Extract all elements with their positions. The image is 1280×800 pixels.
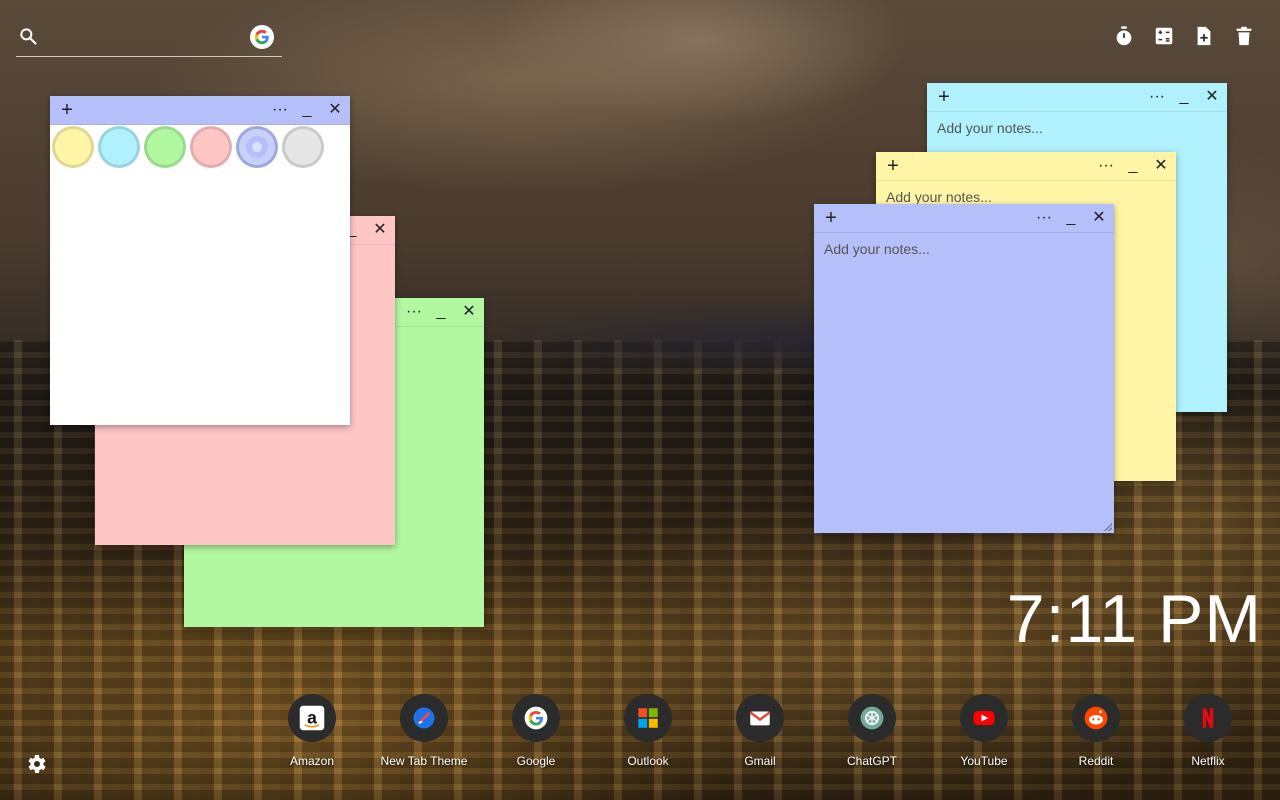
shortcut-google[interactable]: Google: [480, 694, 592, 768]
search-bar: [16, 20, 282, 57]
close-button[interactable]: ✕: [373, 220, 387, 240]
shortcut-reddit[interactable]: Reddit: [1040, 694, 1152, 768]
svg-text:a: a: [307, 707, 317, 727]
outlook-icon: [624, 694, 672, 742]
note-menu-button[interactable]: ···: [1036, 208, 1052, 228]
add-note-button[interactable]: +: [822, 207, 840, 229]
sticky-note-blue[interactable]: + ··· _ ✕: [814, 204, 1114, 533]
gmail-icon: [736, 694, 784, 742]
clock: 7:11 PM: [1006, 581, 1262, 657]
trash-icon[interactable]: [1232, 24, 1256, 48]
shortcut-chatgpt[interactable]: ChatGPT: [816, 694, 928, 768]
search-icon: [20, 28, 37, 45]
shortcut-outlook[interactable]: Outlook: [592, 694, 704, 768]
shortcut-youtube[interactable]: YouTube: [928, 694, 1040, 768]
shortcut-label: ChatGPT: [846, 754, 897, 768]
timer-icon[interactable]: [1112, 24, 1136, 48]
shortcut-label: Google: [516, 754, 556, 768]
minimize-button[interactable]: _: [1126, 156, 1140, 176]
swatch-gray[interactable]: [282, 126, 324, 168]
close-button[interactable]: ✕: [1092, 208, 1106, 228]
minimize-button[interactable]: _: [1064, 208, 1078, 228]
add-note-button[interactable]: +: [935, 86, 953, 108]
shortcut-netflix[interactable]: Netflix: [1152, 694, 1264, 768]
reddit-icon: [1072, 694, 1120, 742]
shortcut-label: YouTube: [960, 754, 1008, 768]
note-textarea[interactable]: [814, 233, 1114, 533]
note-menu-button[interactable]: ···: [1149, 87, 1165, 107]
shortcut-dock: a Amazon New Tab Theme Google Outlook Gm…: [256, 694, 1264, 768]
close-button[interactable]: ✕: [1154, 156, 1168, 176]
swatch-cyan[interactable]: [98, 126, 140, 168]
close-button[interactable]: ✕: [328, 100, 342, 120]
google-search-icon[interactable]: [250, 25, 274, 49]
swatch-pink[interactable]: [190, 126, 232, 168]
minimize-button[interactable]: _: [1177, 87, 1191, 107]
close-button[interactable]: ✕: [1205, 87, 1219, 107]
minimize-button[interactable]: _: [434, 302, 448, 322]
note-header[interactable]: + ··· _ ✕: [876, 152, 1176, 181]
shortcut-new-tab-theme[interactable]: New Tab Theme: [368, 694, 480, 768]
swatch-yellow[interactable]: [52, 126, 94, 168]
shortcut-gmail[interactable]: Gmail: [704, 694, 816, 768]
amazon-icon: a: [288, 694, 336, 742]
minimize-button[interactable]: _: [300, 100, 314, 120]
chatgpt-icon: [848, 694, 896, 742]
add-note-button[interactable]: +: [58, 99, 76, 121]
google-icon: [512, 694, 560, 742]
swatch-blue[interactable]: [236, 126, 278, 168]
calculator-icon[interactable]: [1152, 24, 1176, 48]
swatch-green[interactable]: [144, 126, 186, 168]
note-header[interactable]: + ··· _ ✕: [50, 96, 350, 125]
resize-handle[interactable]: [1104, 523, 1112, 531]
add-note-button[interactable]: +: [884, 155, 902, 177]
note-header[interactable]: + ··· _ ✕: [927, 83, 1227, 112]
shortcut-label: Outlook: [627, 754, 669, 768]
new-note-icon[interactable]: [1192, 24, 1216, 48]
note-menu-button[interactable]: ···: [1098, 156, 1114, 176]
color-picker: [52, 126, 324, 168]
new-tab-theme-icon: [400, 694, 448, 742]
close-button[interactable]: ✕: [462, 302, 476, 322]
youtube-icon: [960, 694, 1008, 742]
search-input[interactable]: [50, 24, 254, 52]
netflix-icon: [1184, 694, 1232, 742]
sticky-note-white[interactable]: + ··· _ ✕: [50, 96, 350, 425]
note-header[interactable]: + ··· _ ✕: [814, 204, 1114, 233]
shortcut-label: Netflix: [1191, 754, 1225, 768]
top-toolbar: [1112, 24, 1256, 48]
settings-gear-icon[interactable]: [24, 752, 48, 776]
shortcut-label: Amazon: [289, 754, 335, 768]
note-menu-button[interactable]: ···: [406, 302, 422, 322]
shortcut-label: Gmail: [744, 754, 776, 768]
shortcut-amazon[interactable]: a Amazon: [256, 694, 368, 768]
note-menu-button[interactable]: ···: [272, 100, 288, 120]
shortcut-label: New Tab Theme: [380, 754, 468, 768]
shortcut-label: Reddit: [1078, 754, 1114, 768]
